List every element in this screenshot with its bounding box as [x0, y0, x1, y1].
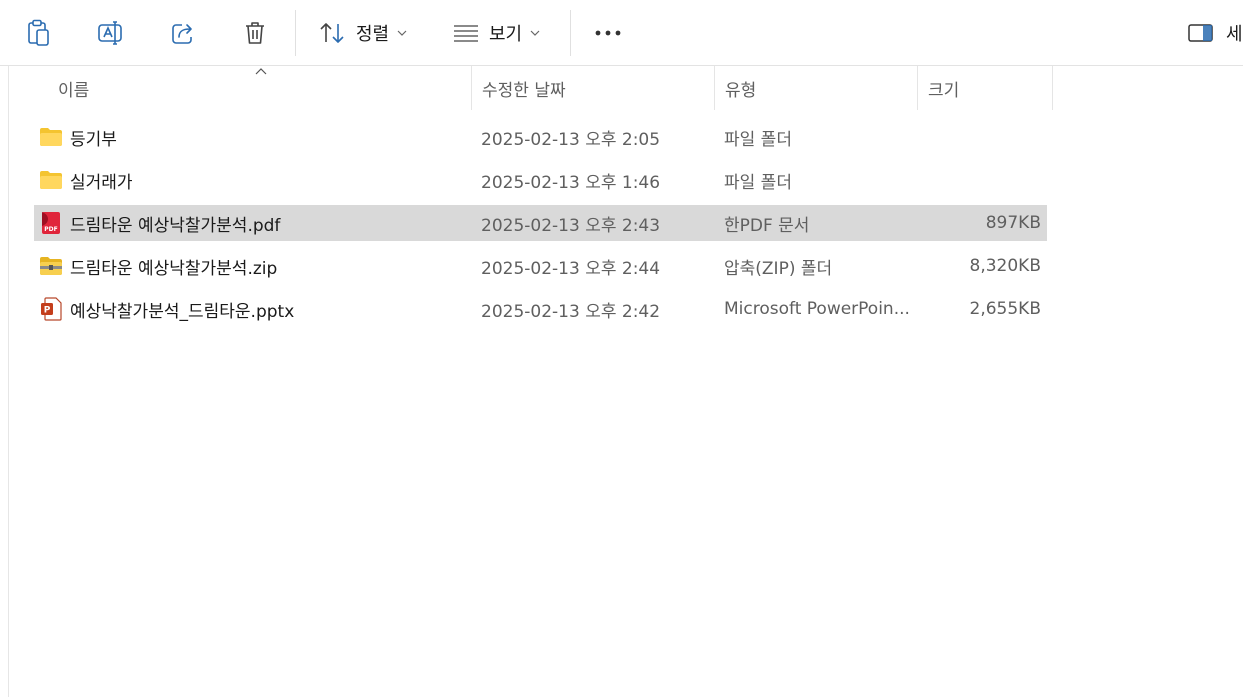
folder-icon [39, 125, 63, 149]
column-header-size[interactable]: 크기 [918, 66, 1053, 110]
svg-text:P: P [44, 306, 51, 316]
rename-button[interactable] [91, 14, 131, 52]
column-header-name-label: 이름 [58, 80, 90, 101]
zip-folder-icon [39, 254, 63, 278]
file-row-selected[interactable]: PDF 드림타운 예상낙찰가분석.pdf 2025-02-13 오후 2:43 … [34, 205, 1047, 241]
share-button[interactable] [163, 14, 203, 52]
chevron-down-icon [530, 30, 540, 36]
file-name: 드림타운 예상낙찰가분석.pdf [70, 215, 281, 236]
file-date: 2025-02-13 오후 2:42 [481, 301, 661, 322]
file-date: 2025-02-13 오후 2:05 [481, 129, 661, 150]
file-row[interactable]: 등기부 2025-02-13 오후 2:05 파일 폴더 [34, 119, 1047, 155]
column-header-size-label: 크기 [928, 80, 960, 101]
toolbar-divider [295, 10, 296, 56]
details-pane-button[interactable]: 세 [1188, 14, 1243, 52]
file-date: 2025-02-13 오후 2:44 [481, 258, 661, 279]
file-type: 파일 폴더 [724, 172, 792, 193]
view-label: 보기 [489, 24, 523, 45]
rename-icon [98, 21, 122, 45]
more-options-button[interactable] [588, 14, 628, 52]
file-date: 2025-02-13 오후 1:46 [481, 172, 661, 193]
column-header-type[interactable]: 유형 [715, 66, 918, 110]
file-size: 8,320KB [969, 256, 1041, 276]
file-size [914, 119, 1041, 155]
file-row[interactable]: P 예상낙찰가분석_드림타운.pptx 2025-02-13 오후 2:42 M… [34, 291, 1047, 327]
column-header-name[interactable]: 이름 [48, 66, 472, 110]
pptx-file-icon: P [39, 297, 63, 321]
file-size [914, 162, 1041, 198]
delete-button[interactable] [235, 14, 275, 52]
file-type: Microsoft PowerPoin... [724, 299, 909, 319]
file-type: 한PDF 문서 [724, 215, 810, 236]
folder-icon [39, 168, 63, 192]
file-type: 파일 폴더 [724, 129, 792, 150]
file-date: 2025-02-13 오후 2:43 [481, 215, 661, 236]
column-header-date-label: 수정한 날짜 [482, 80, 566, 101]
view-menu-button[interactable]: 보기 [453, 14, 540, 52]
details-pane-icon [1188, 24, 1213, 42]
command-bar: 정렬 보기 세 [0, 0, 1243, 66]
paste-icon [28, 19, 49, 46]
column-header-date[interactable]: 수정한 날짜 [472, 66, 715, 110]
view-list-icon [454, 25, 478, 42]
more-icon [595, 30, 621, 36]
chevron-down-icon [397, 30, 407, 36]
toolbar-divider [570, 10, 571, 56]
sort-menu-button[interactable]: 정렬 [318, 14, 407, 52]
file-row[interactable]: 실거래가 2025-02-13 오후 1:46 파일 폴더 [34, 162, 1047, 198]
file-size: 2,655KB [969, 299, 1041, 319]
trash-icon [246, 22, 264, 44]
paste-button[interactable] [19, 14, 59, 52]
column-headers: 이름 수정한 날짜 유형 크기 [0, 66, 1243, 110]
file-row[interactable]: 드림타운 예상낙찰가분석.zip 2025-02-13 오후 2:44 압축(Z… [34, 248, 1047, 284]
column-header-type-label: 유형 [725, 80, 757, 101]
details-label: 세 [1226, 24, 1243, 45]
pdf-file-icon: PDF [39, 211, 63, 235]
file-size: 897KB [985, 213, 1041, 233]
file-name: 예상낙찰가분석_드림타운.pptx [70, 301, 295, 322]
sort-icon [320, 23, 344, 43]
file-name: 등기부 [70, 129, 117, 150]
svg-text:PDF: PDF [44, 226, 57, 233]
share-icon [172, 24, 192, 44]
navigation-pane-border [8, 66, 9, 697]
file-name: 드림타운 예상낙찰가분석.zip [70, 258, 278, 279]
file-type: 압축(ZIP) 폴더 [724, 258, 833, 279]
file-name: 실거래가 [70, 172, 133, 193]
sort-label: 정렬 [356, 24, 390, 45]
